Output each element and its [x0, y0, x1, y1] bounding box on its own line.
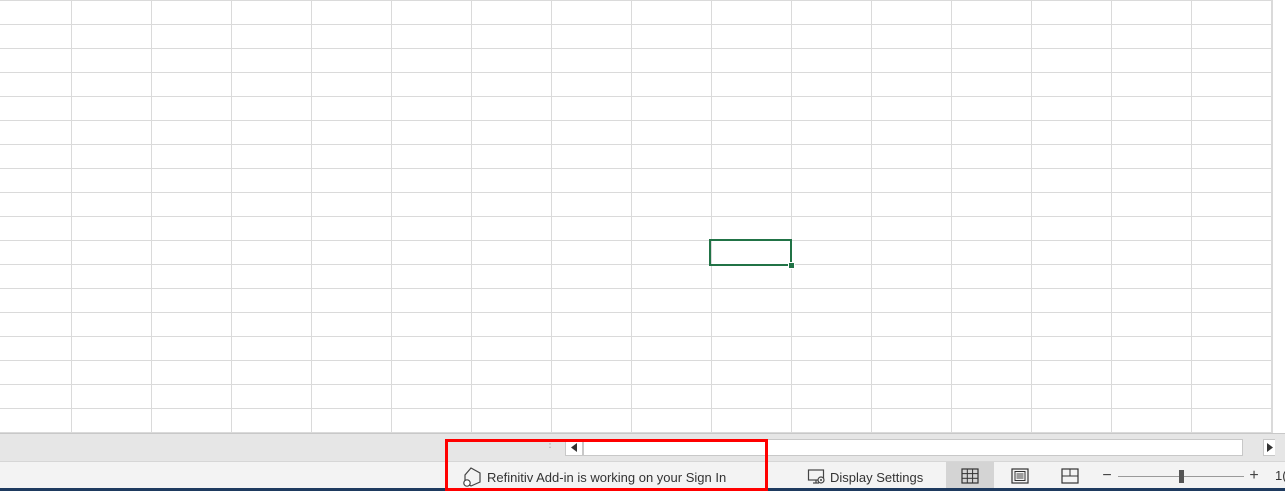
- tab-split-handle[interactable]: ⋮: [545, 440, 555, 455]
- grid-icon: [961, 468, 979, 484]
- vertical-scrollbar[interactable]: [1272, 0, 1285, 433]
- scroll-right-button[interactable]: [1263, 439, 1275, 456]
- active-cell[interactable]: [709, 239, 792, 266]
- vertical-scroll-thumb[interactable]: [1275, 0, 1283, 120]
- page-layout-icon: [1011, 468, 1029, 484]
- excel-window: ⋮ Refinitiv Add-in is working on your Si…: [0, 0, 1285, 491]
- worksheet-grid[interactable]: [0, 0, 1285, 433]
- sheet-tabs-row: ⋮: [0, 433, 1285, 461]
- addin-status: Refinitiv Add-in is working on your Sign…: [462, 467, 726, 487]
- page-break-preview-button[interactable]: [1046, 462, 1094, 490]
- refinitiv-addin-icon: [463, 467, 481, 487]
- display-settings-icon: [807, 469, 825, 484]
- zoom-level[interactable]: 1(: [1275, 468, 1285, 483]
- fill-handle[interactable]: [788, 262, 795, 269]
- display-settings-label: Display Settings: [830, 469, 924, 485]
- page-layout-view-button[interactable]: [996, 462, 1044, 490]
- addin-status-text: Refinitiv Add-in is working on your Sign…: [487, 469, 727, 485]
- normal-view-button[interactable]: [946, 462, 994, 490]
- horizontal-scroll-thumb[interactable]: [583, 439, 1243, 456]
- status-bar: Refinitiv Add-in is working on your Sign…: [0, 461, 1285, 491]
- horizontal-scrollbar[interactable]: [565, 439, 1275, 456]
- zoom-out-button[interactable]: −: [1100, 466, 1114, 486]
- display-settings-button[interactable]: Display Settings: [807, 467, 923, 487]
- triangle-left-icon: [571, 443, 577, 452]
- page-break-icon: [1061, 468, 1079, 484]
- zoom-in-button[interactable]: +: [1247, 466, 1261, 486]
- triangle-right-icon: [1266, 443, 1273, 452]
- scroll-left-button[interactable]: [565, 439, 583, 456]
- zoom-slider-thumb[interactable]: [1179, 470, 1184, 483]
